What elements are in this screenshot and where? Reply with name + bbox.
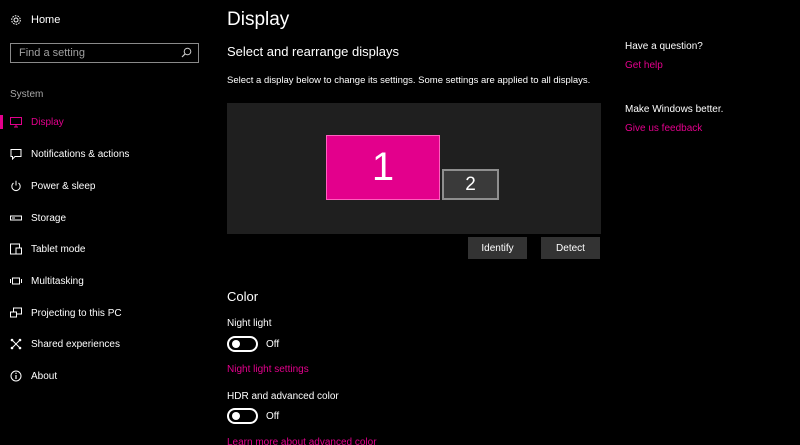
sidebar-item-display[interactable]: Display: [0, 111, 212, 133]
question-heading: Have a question?: [625, 41, 703, 52]
shared-icon: [10, 338, 22, 350]
project-icon: [10, 307, 22, 319]
get-help-link[interactable]: Get help: [625, 60, 663, 71]
sidebar-item-label: Notifications & actions: [31, 148, 130, 160]
monitor-number: 2: [465, 173, 476, 195]
night-light-label: Night light: [227, 318, 272, 329]
toggle-knob: [232, 412, 240, 420]
settings-window: Home Find a setting System Display Notif…: [0, 0, 800, 445]
home-nav[interactable]: Home: [10, 14, 60, 26]
monitor-icon: [10, 116, 22, 128]
night-light-state: Off: [266, 338, 280, 350]
search-icon[interactable]: [181, 47, 192, 58]
sidebar-item-label: Display: [31, 116, 64, 128]
give-feedback-link[interactable]: Give us feedback: [625, 123, 702, 134]
sidebar-item-tablet-mode[interactable]: Tablet mode: [0, 238, 212, 260]
night-light-settings-link[interactable]: Night light settings: [227, 364, 309, 375]
section-title-arrange: Select and rearrange displays: [227, 44, 399, 59]
monitor-number: 1: [371, 145, 395, 189]
monitor-1[interactable]: 1: [326, 135, 440, 200]
display-arrangement-area[interactable]: 1 2: [227, 103, 601, 234]
hdr-label: HDR and advanced color: [227, 391, 339, 402]
detect-button[interactable]: Detect: [541, 237, 600, 259]
gear-icon: [10, 14, 22, 26]
hdr-state: Off: [266, 410, 280, 422]
power-icon: [10, 180, 22, 192]
sidebar-item-label: Power & sleep: [31, 180, 96, 192]
sidebar: Home Find a setting System Display Notif…: [0, 0, 212, 445]
sidebar-item-storage[interactable]: Storage: [0, 207, 212, 229]
night-light-toggle[interactable]: [227, 336, 258, 352]
storage-icon: [10, 212, 22, 224]
active-indicator: [0, 115, 3, 129]
multitask-icon: [10, 275, 22, 287]
sidebar-item-multitasking[interactable]: Multitasking: [0, 270, 212, 292]
monitor-2[interactable]: 2: [442, 169, 499, 200]
feedback-heading: Make Windows better.: [625, 104, 724, 115]
sidebar-item-notifications[interactable]: Notifications & actions: [0, 143, 212, 165]
toggle-knob: [232, 340, 240, 348]
section-label-system: System: [10, 89, 44, 100]
page-title: Display: [227, 9, 290, 30]
home-label: Home: [31, 14, 61, 26]
sidebar-item-label: About: [31, 370, 58, 382]
sidebar-item-label: Multitasking: [31, 275, 84, 287]
search-input[interactable]: Find a setting: [10, 43, 199, 63]
sidebar-item-shared-experiences[interactable]: Shared experiences: [0, 333, 212, 355]
sidebar-item-about[interactable]: About: [0, 365, 212, 387]
sidebar-item-label: Shared experiences: [31, 338, 120, 350]
message-icon: [10, 148, 22, 160]
hdr-learn-more-link[interactable]: Learn more about advanced color: [227, 437, 377, 445]
hdr-toggle-row: Off: [227, 408, 279, 424]
sidebar-item-label: Projecting to this PC: [31, 307, 122, 319]
sidebar-item-label: Storage: [31, 212, 67, 224]
sidebar-item-label: Tablet mode: [31, 243, 86, 255]
arrange-description: Select a display below to change its set…: [227, 75, 591, 86]
hdr-toggle[interactable]: [227, 408, 258, 424]
night-light-toggle-row: Off: [227, 336, 279, 352]
color-heading: Color: [227, 289, 259, 304]
tablet-icon: [10, 243, 22, 255]
search-placeholder: Find a setting: [19, 47, 86, 59]
main-content: Display Select and rearrange displays Se…: [227, 0, 617, 445]
info-icon: [10, 370, 22, 382]
sidebar-item-projecting[interactable]: Projecting to this PC: [0, 302, 212, 324]
related-panel: Have a question? Get help Make Windows b…: [625, 0, 800, 445]
identify-button[interactable]: Identify: [468, 237, 527, 259]
sidebar-item-power-sleep[interactable]: Power & sleep: [0, 175, 212, 197]
